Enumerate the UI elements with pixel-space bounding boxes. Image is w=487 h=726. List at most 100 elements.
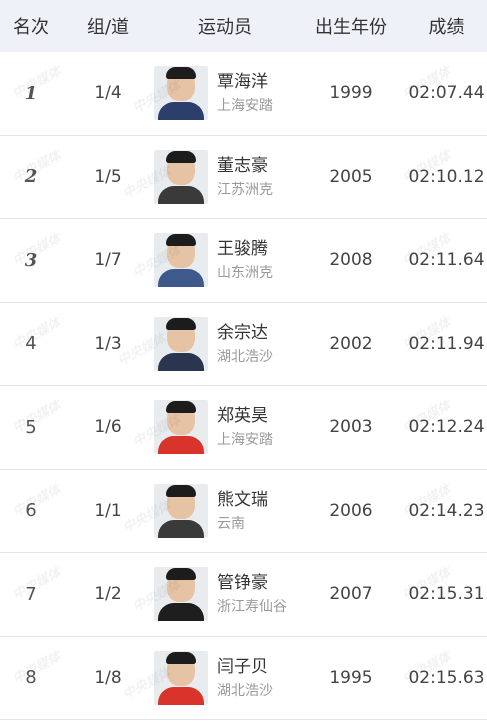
header-lane: 组/道	[86, 17, 130, 38]
photo-shirt	[158, 352, 204, 371]
athlete-photo	[154, 66, 208, 121]
table-row: 2 1/5 董志豪 江苏洲克 2005 02:10.12 中央媒体 中央媒体 中央媒体	[0, 136, 487, 219]
athlete-cell: 余宗达 湖北浩沙	[154, 316, 296, 371]
photo-shirt	[158, 102, 204, 121]
athlete-info: 王骏腾 山东洲克	[217, 236, 273, 284]
athlete-cell: 郑英昊 上海安踏	[154, 400, 296, 455]
table-body: 11/4覃海洋上海安踏199902:07.44中央媒体中央媒体中央媒体21/5董…	[0, 52, 487, 720]
athlete-team: 上海安踏	[217, 432, 273, 449]
athlete-name: 覃海洋	[217, 72, 268, 93]
lane-cell: 1/1	[94, 500, 122, 521]
table-row: 11/4覃海洋上海安踏199902:07.44中央媒体中央媒体中央媒体	[0, 52, 487, 136]
birth-year-cell: 2003	[329, 417, 373, 438]
birth-year-cell: 2005	[329, 166, 373, 187]
athlete-cell: 熊文瑞 云南	[154, 483, 296, 538]
athlete-team: 浙江寿仙谷	[217, 599, 287, 616]
photo-shirt	[158, 269, 204, 288]
rank-cell: 6	[25, 500, 37, 522]
table-row: 4 1/3 余宗达 湖北浩沙 2002 02:11.94 中央媒体 中央媒体 中央媒体	[0, 303, 487, 386]
result-cell: 02:15.63	[408, 667, 485, 688]
rank-cell: 7	[25, 583, 37, 605]
result-cell: 02:11.94	[408, 333, 485, 354]
athlete-team: 湖北浩沙	[217, 682, 273, 699]
athlete-photo	[154, 400, 208, 455]
lane-cell: 1/6	[94, 417, 122, 438]
table-header: 名次 组/道 运动员 出生年份 成绩	[0, 0, 487, 52]
athlete-cell: 覃海洋 上海安踏	[154, 66, 296, 121]
athlete-info: 闫子贝 湖北浩沙	[217, 654, 273, 702]
rank-cell: 3	[24, 249, 38, 271]
photo-hair	[166, 484, 196, 497]
athlete-team: 江苏洲克	[217, 181, 273, 198]
athlete-team: 上海安踏	[217, 98, 273, 115]
rank-cell: 1	[24, 82, 38, 104]
photo-hair	[166, 67, 196, 80]
rank-cell: 4	[25, 333, 37, 355]
photo-hair	[166, 401, 196, 414]
athlete-name: 董志豪	[217, 155, 268, 176]
athlete-photo	[154, 316, 208, 371]
lane-cell: 1/7	[94, 250, 122, 271]
athlete-team: 云南	[217, 515, 245, 532]
birth-year-cell: 1995	[329, 667, 373, 688]
athlete-cell: 王骏腾 山东洲克	[154, 233, 296, 288]
header-result: 成绩	[428, 17, 465, 38]
birth-year-cell: 2008	[329, 250, 373, 271]
lane-cell: 1/3	[94, 333, 122, 354]
athlete-photo	[154, 567, 208, 622]
birth-year-cell: 2006	[329, 500, 373, 521]
athlete-name: 郑英昊	[217, 406, 268, 427]
birth-year-cell: 2002	[329, 333, 373, 354]
athlete-name: 熊文瑞	[217, 489, 268, 510]
athlete-photo	[154, 483, 208, 538]
rank-cell: 5	[25, 416, 37, 438]
photo-hair	[166, 568, 196, 581]
athlete-team: 湖北浩沙	[217, 348, 273, 365]
result-cell: 02:12.24	[408, 417, 485, 438]
photo-shirt	[158, 603, 204, 622]
result-cell: 02:07.44	[408, 83, 485, 104]
athlete-photo	[154, 233, 208, 288]
athlete-cell: 闫子贝 湖北浩沙	[154, 650, 296, 705]
result-cell: 02:15.31	[408, 584, 485, 605]
athlete-photo	[154, 650, 208, 705]
athlete-photo	[154, 149, 208, 204]
photo-hair	[166, 150, 196, 163]
header-birth-year: 出生年份	[315, 17, 387, 38]
birth-year-cell: 1999	[329, 83, 373, 104]
photo-shirt	[158, 436, 204, 455]
athlete-info: 管铮豪 浙江寿仙谷	[217, 570, 287, 618]
lane-cell: 1/8	[94, 667, 122, 688]
athlete-info: 余宗达 湖北浩沙	[217, 320, 273, 368]
athlete-name: 余宗达	[217, 322, 268, 343]
rank-cell: 2	[24, 166, 38, 188]
header-rank: 名次	[13, 17, 49, 38]
result-cell: 02:14.23	[408, 500, 485, 521]
header-athlete: 运动员	[198, 17, 252, 38]
photo-shirt	[158, 686, 204, 705]
results-table: 名次 组/道 运动员 出生年份 成绩 1 1/4 覃海洋上海安踏 1999 02:07.…	[0, 0, 487, 726]
lane-cell: 1/2	[94, 584, 122, 605]
result-cell: 02:10.12	[408, 166, 485, 187]
athlete-cell: 董志豪 江苏洲克	[154, 149, 296, 204]
athlete-info: 郑英昊 上海安踏	[217, 403, 273, 451]
athlete-info: 董志豪 江苏洲克	[217, 153, 273, 201]
rank-cell: 8	[25, 667, 37, 689]
table-row: 71/2管铮豪浙江寿仙谷200702:15.31中央媒体中央媒体中央媒体	[0, 553, 487, 637]
photo-hair	[166, 317, 196, 330]
photo-shirt	[158, 185, 204, 204]
table-row: 31/7王骏腾山东洲克200802:11.64中央媒体中央媒体中央媒体	[0, 219, 487, 303]
athlete-info: 熊文瑞 云南	[217, 487, 268, 535]
table-row: 51/6郑英昊上海安踏200302:12.24中央媒体中央媒体中央媒体	[0, 386, 487, 470]
photo-shirt	[158, 519, 204, 538]
lane-cell: 1/4	[94, 83, 122, 104]
athlete-info: 覃海洋 上海安踏	[217, 69, 273, 117]
athlete-cell: 管铮豪 浙江寿仙谷	[154, 567, 296, 622]
photo-hair	[166, 651, 196, 664]
athlete-name: 王骏腾	[217, 239, 268, 260]
table-row: 6 1/1 熊文瑞 云南 2006 02:14.23 中央媒体 中央媒体 中央媒体	[0, 470, 487, 553]
lane-cell: 1/5	[94, 166, 122, 187]
birth-year-cell: 2007	[329, 584, 373, 605]
athlete-name: 闫子贝	[217, 656, 268, 677]
table-row: 8 1/8 闫子贝 湖北浩沙 1995 02:15.63 中央媒体 中央媒体 中央媒体	[0, 637, 487, 720]
